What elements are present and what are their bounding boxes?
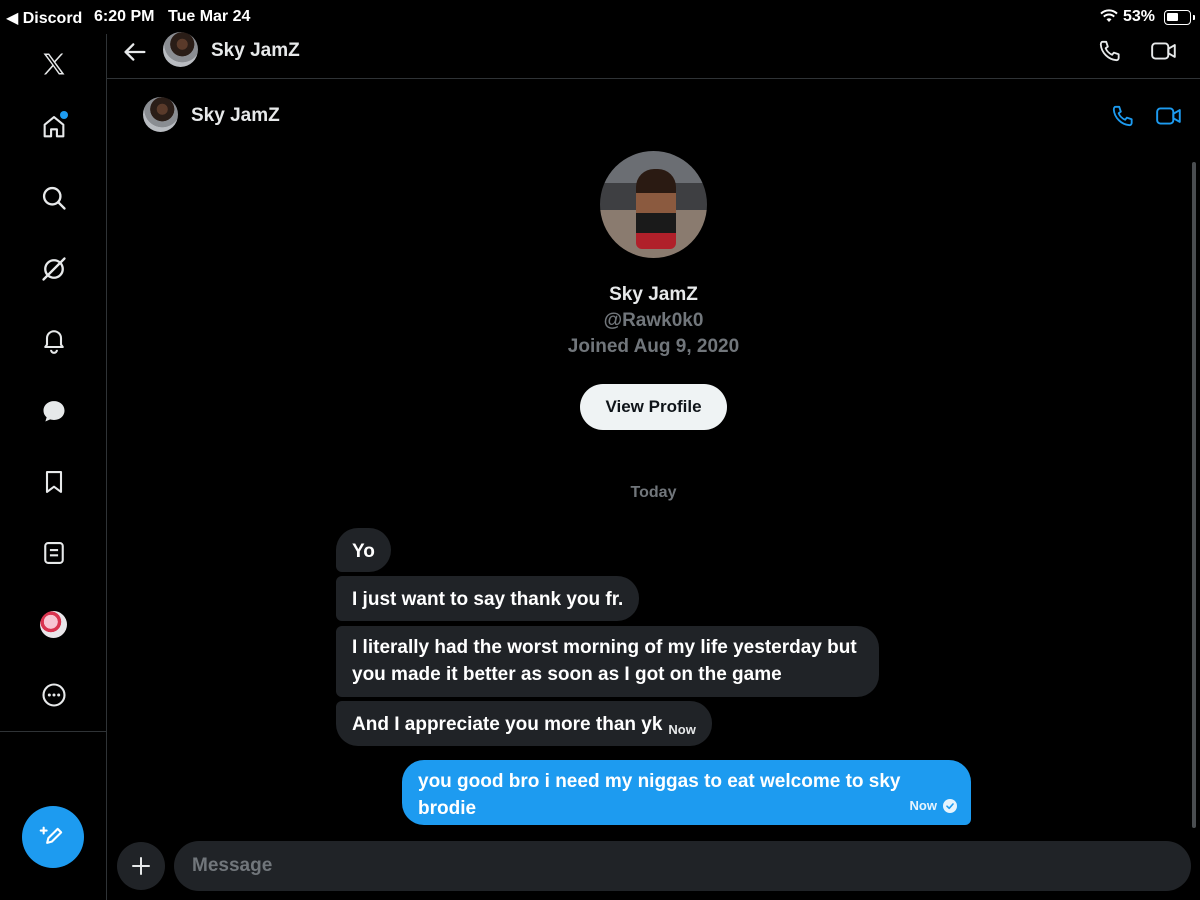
message-timestamp: Now [909, 798, 937, 813]
add-attachment-button[interactable] [117, 842, 165, 890]
grok-icon[interactable] [38, 253, 70, 285]
message-bubble-incoming[interactable]: I literally had the worst morning of my … [336, 626, 879, 697]
profile-handle: @Rawk0k0 [603, 310, 704, 331]
sidebar [0, 34, 107, 900]
chat-top-bar: Sky JamZ [107, 32, 1200, 79]
avatar[interactable] [143, 97, 178, 132]
message-bubble-incoming[interactable]: I just want to say thank you fr. [336, 576, 640, 621]
message-bubble-outgoing[interactable]: you good bro i need my niggas to eat wel… [402, 760, 971, 825]
phone-icon[interactable] [1097, 38, 1123, 64]
back-to-app-link[interactable]: ◀ Discord [6, 8, 82, 28]
notification-dot [60, 111, 68, 119]
more-icon[interactable] [38, 679, 70, 711]
message-text: I literally had the worst morning of my … [352, 637, 857, 685]
profile-photo[interactable] [600, 151, 707, 258]
status-bar: ◀ Discord 6:20 PM Tue Mar 24 53% [0, 0, 1200, 34]
back-arrow-icon[interactable] [121, 38, 149, 66]
chat-title[interactable]: Sky JamZ [211, 40, 300, 62]
lists-icon[interactable] [38, 537, 70, 569]
wifi-icon [1100, 9, 1118, 28]
day-separator: Today [630, 484, 677, 501]
x-logo-icon[interactable] [38, 48, 70, 80]
seen-check-icon [943, 798, 957, 813]
video-icon[interactable] [1155, 103, 1183, 129]
app-root: ◀ Discord 6:20 PM Tue Mar 24 53% Sky Jam… [0, 0, 1200, 900]
battery-percent: 53% [1123, 8, 1156, 25]
messages-icon[interactable] [38, 395, 70, 427]
status-time: 6:20 PM [94, 8, 155, 25]
message-text: you good bro i need my niggas to eat wel… [418, 771, 901, 819]
profile-name: Sky JamZ [609, 284, 698, 305]
conversation-name[interactable]: Sky JamZ [191, 105, 280, 127]
message-composer [174, 841, 1191, 891]
profile-avatar-icon[interactable] [40, 611, 67, 638]
message-text: And I appreciate you more than yk [352, 714, 663, 735]
message-text: I just want to say thank you fr. [352, 589, 624, 610]
avatar[interactable] [163, 32, 198, 67]
video-icon[interactable] [1150, 38, 1178, 64]
view-profile-button[interactable]: View Profile [580, 384, 727, 430]
battery-icon [1164, 10, 1195, 25]
message-bubble-incoming[interactable]: And I appreciate you more than yk Now [336, 701, 712, 746]
message-bubble-incoming[interactable]: Yo [336, 528, 391, 572]
compose-icon [39, 826, 63, 844]
message-meta: Now [910, 792, 957, 819]
plus-icon [132, 857, 150, 875]
message-timestamp: Now [668, 722, 696, 737]
search-icon[interactable] [38, 182, 70, 214]
battery-fill [1167, 13, 1178, 21]
conversation-header: Sky JamZ [107, 79, 1200, 151]
phone-icon[interactable] [1110, 103, 1136, 129]
profile-joined-date: Joined Aug 9, 2020 [567, 336, 740, 357]
message-text: Yo [352, 541, 375, 562]
message-input[interactable] [192, 841, 1172, 891]
compose-button[interactable] [22, 806, 84, 868]
status-date: Tue Mar 24 [168, 8, 251, 25]
sidebar-divider [0, 731, 106, 732]
